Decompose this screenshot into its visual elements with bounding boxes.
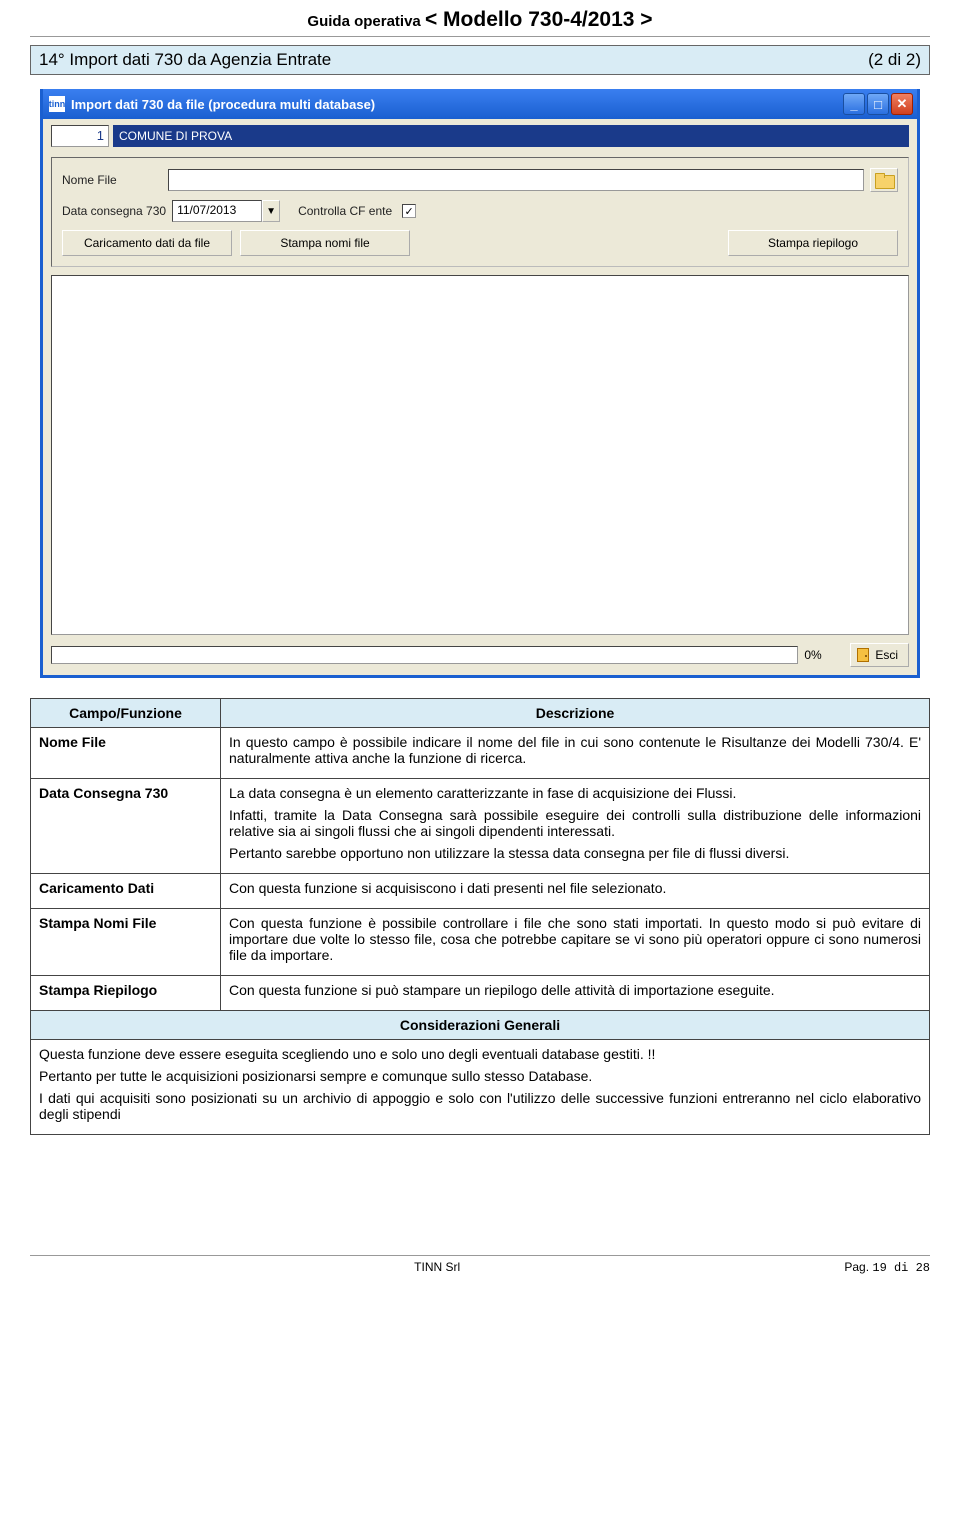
header-rule: [30, 36, 930, 37]
titlebar[interactable]: tinn Import dati 730 da file (procedura …: [43, 89, 917, 119]
footer-left: TINN Srl: [414, 1260, 460, 1275]
nome-file-input[interactable]: [168, 169, 864, 191]
table-header-right: Descrizione: [221, 699, 930, 728]
row-desc: La data consegna è un elemento caratteri…: [221, 779, 930, 874]
entity-name-field: COMUNE DI PROVA: [113, 125, 909, 147]
table-row: Data Consegna 730 La data consegna è un …: [31, 779, 930, 874]
table-row: Stampa Nomi File Con questa funzione è p…: [31, 909, 930, 976]
progress-percent: 0%: [804, 648, 834, 662]
browse-button[interactable]: [870, 168, 898, 192]
date-picker[interactable]: 11/07/2013 ▼: [172, 200, 280, 222]
table-header-left: Campo/Funzione: [31, 699, 221, 728]
row-desc: Con questa funzione si può stampare un r…: [221, 976, 930, 1011]
window-title: Import dati 730 da file (procedura multi…: [71, 97, 841, 112]
page-footer: TINN Srl Pag. 19 di 28: [30, 1255, 930, 1275]
cf-checkbox[interactable]: ✓: [402, 204, 416, 218]
row-label: Stampa Nomi File: [31, 909, 221, 976]
section-pager: (2 di 2): [868, 50, 921, 70]
progress-row: 0% Esci: [51, 643, 909, 667]
row-desc: In questo campo è possibile indicare il …: [221, 728, 930, 779]
footer-page-number: 19 di 28: [872, 1261, 930, 1275]
button-row: Caricamento dati da file Stampa nomi fil…: [62, 230, 898, 256]
header-small: Guida operativa: [307, 13, 425, 30]
stampa-riepilogo-button[interactable]: Stampa riepilogo: [728, 230, 898, 256]
footer-right-label: Pag.: [844, 1260, 872, 1274]
description-table: Campo/Funzione Descrizione Nome File In …: [30, 698, 930, 1135]
data-consegna-label: Data consegna 730: [62, 204, 166, 218]
esci-button[interactable]: Esci: [850, 643, 909, 667]
row-desc: Con questa funzione si acquisiscono i da…: [221, 874, 930, 909]
progress-bar: [51, 646, 798, 664]
form-group: Nome File Data consegna 730 11/07/2013 ▼…: [51, 157, 909, 267]
table-row: Caricamento Dati Con questa funzione si …: [31, 874, 930, 909]
table-row: Nome File In questo campo è possibile in…: [31, 728, 930, 779]
esci-label: Esci: [875, 648, 898, 662]
cf-label: Controlla CF ente: [298, 204, 392, 218]
app-window: tinn Import dati 730 da file (procedura …: [40, 89, 920, 678]
entity-row: 1 COMUNE DI PROVA: [51, 125, 909, 147]
close-button[interactable]: ✕: [891, 93, 913, 115]
nome-file-label: Nome File: [62, 173, 162, 187]
app-icon: tinn: [49, 96, 65, 112]
exit-icon: [857, 648, 869, 662]
header-big: < Modello 730-4/2013 >: [425, 8, 653, 31]
maximize-button[interactable]: □: [867, 93, 889, 115]
row-label: Caricamento Dati: [31, 874, 221, 909]
chevron-down-icon[interactable]: ▼: [262, 200, 280, 222]
date-field[interactable]: 11/07/2013: [172, 200, 262, 222]
doc-header: Guida operativa < Modello 730-4/2013 >: [0, 0, 960, 34]
row-label: Nome File: [31, 728, 221, 779]
table-row: Stampa Riepilogo Con questa funzione si …: [31, 976, 930, 1011]
caricamento-dati-button[interactable]: Caricamento dati da file: [62, 230, 232, 256]
row-label: Stampa Riepilogo: [31, 976, 221, 1011]
entity-id-input[interactable]: 1: [51, 125, 109, 147]
folder-icon: [875, 173, 893, 187]
considerazioni-body: Questa funzione deve essere eseguita sce…: [31, 1040, 930, 1135]
row-label: Data Consegna 730: [31, 779, 221, 874]
considerazioni-header: Considerazioni Generali: [31, 1011, 930, 1040]
section-title-text: 14° Import dati 730 da Agenzia Entrate: [39, 50, 331, 70]
results-panel: [51, 275, 909, 635]
row-desc: Con questa funzione è possibile controll…: [221, 909, 930, 976]
window-body: 1 COMUNE DI PROVA Nome File Data consegn…: [43, 119, 917, 675]
minimize-button[interactable]: _: [843, 93, 865, 115]
section-title: 14° Import dati 730 da Agenzia Entrate (…: [30, 45, 930, 75]
stampa-nomi-file-button[interactable]: Stampa nomi file: [240, 230, 410, 256]
